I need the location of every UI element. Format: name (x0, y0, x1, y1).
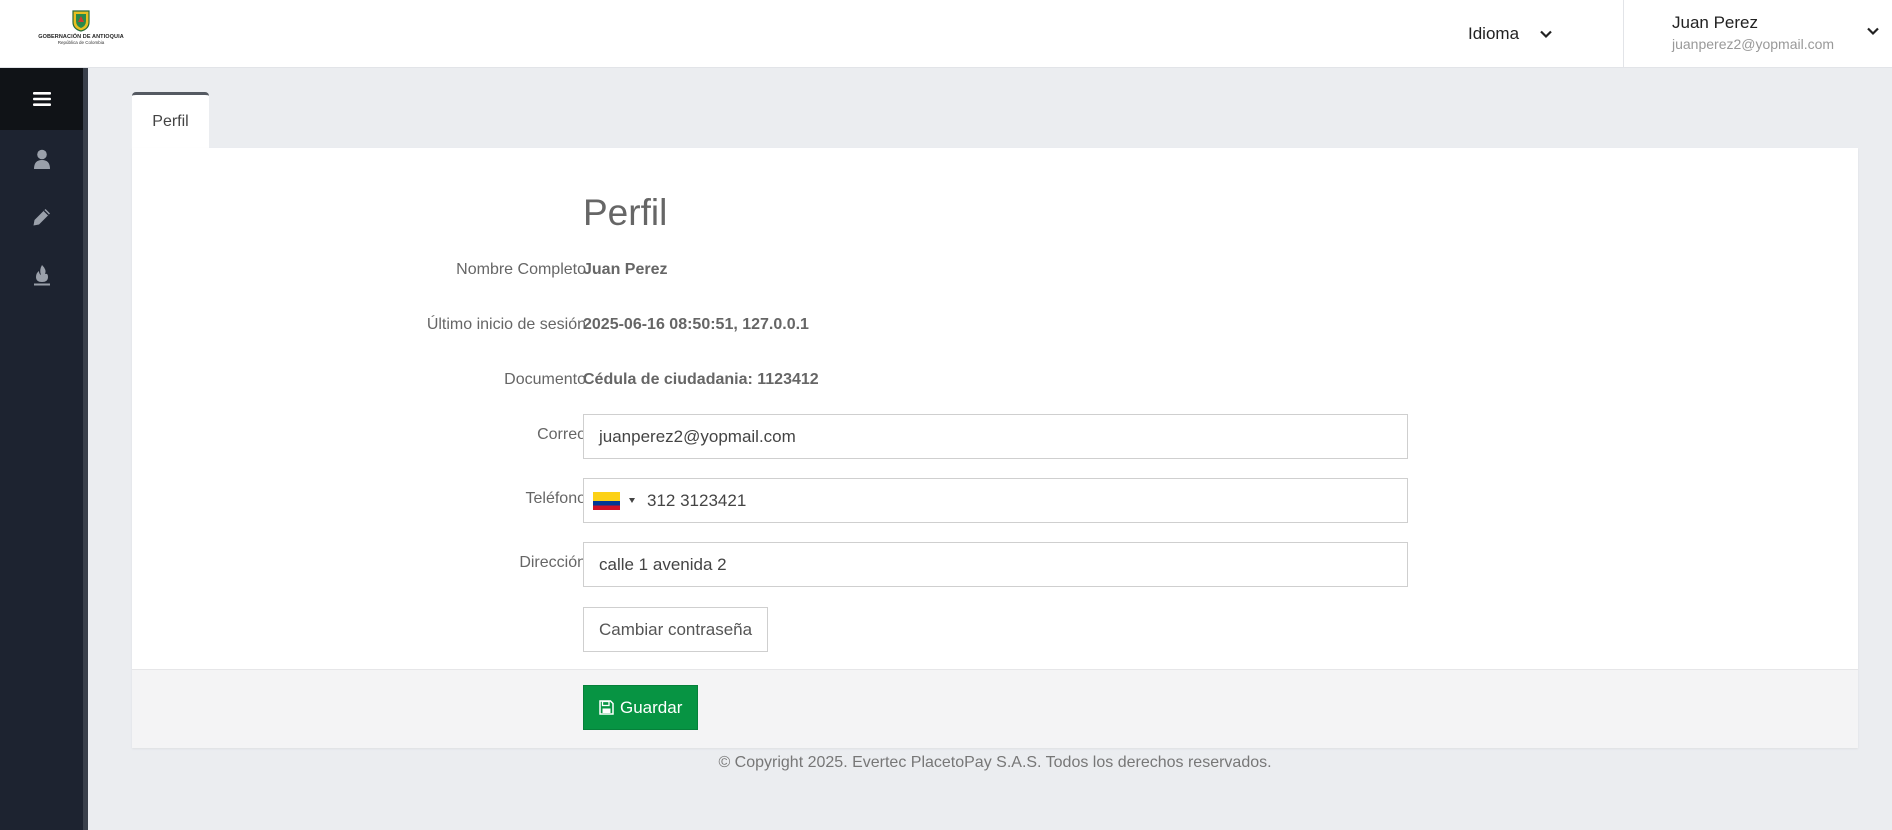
language-label: Idioma (1468, 24, 1520, 43)
full-name-value: Juan Perez (583, 261, 668, 278)
copyright-text: © Copyright 2025. Evertec PlacetoPay S.A… (718, 754, 1272, 771)
sidebar (0, 68, 88, 830)
address-label: Dirección (519, 554, 586, 571)
sidebar-item-edit[interactable] (0, 188, 83, 246)
last-login-label: Último inicio de sesión (426, 316, 586, 333)
document-label: Documento (504, 371, 586, 388)
form-actions: Guardar (132, 669, 1858, 748)
sidebar-toggle-button[interactable] (0, 68, 83, 130)
coat-of-arms-icon (72, 10, 90, 32)
hamburger-menu-icon (32, 92, 51, 106)
sidebar-item-profile[interactable] (0, 130, 83, 188)
save-button-label: Guardar (620, 697, 683, 717)
sidebar-item-activity[interactable] (0, 246, 83, 304)
chevron-down-icon (1540, 30, 1552, 39)
user-menu[interactable]: Juan Perez juanperez2@yopmail.com (1672, 13, 1834, 52)
pencil-icon (33, 209, 50, 226)
email-label: Correo (537, 426, 586, 443)
tab-profile[interactable]: Perfil (132, 92, 209, 148)
header-divider (1623, 0, 1624, 68)
user-name: Juan Perez (1672, 13, 1758, 32)
fire-icon (33, 265, 50, 286)
user-icon (33, 149, 50, 169)
save-button[interactable]: Guardar (583, 685, 699, 730)
document-value: Cédula de ciudadania: 1123412 (583, 371, 819, 388)
gobernacion-logo[interactable]: GOBERNACIÓN DE ANTIOQUIA República de Co… (38, 10, 124, 52)
user-email: juanperez2@yopmail.com (1672, 36, 1835, 52)
change-password-button[interactable]: Cambiar contraseña (583, 607, 769, 652)
page-title: Perfil (583, 192, 668, 233)
colombia-flag-icon (593, 491, 620, 510)
phone-value: 312 3123421 (647, 490, 747, 510)
caret-down-icon (629, 498, 635, 503)
country-code-selector[interactable] (593, 491, 635, 510)
top-header: GOBERNACIÓN DE ANTIOQUIA República de Co… (0, 0, 1892, 68)
last-login-value: 2025-06-16 08:50:51, 127.0.0.1 (583, 316, 809, 333)
address-input[interactable]: calle 1 avenida 2 (583, 542, 1408, 587)
logo-text-line2: República de Colombia (57, 40, 105, 45)
phone-input[interactable]: 312 3123421 (583, 478, 1408, 523)
language-selector[interactable]: Idioma (1468, 0, 1553, 68)
floppy-disk-icon (599, 700, 614, 715)
phone-label: Teléfono (525, 490, 587, 507)
full-name-label: Nombre Completo (456, 261, 586, 278)
email-input[interactable]: juanperez2@yopmail.com (583, 414, 1408, 459)
chevron-down-icon[interactable] (1866, 24, 1880, 38)
profile-panel: Perfil Nombre Completo Juan Perez Último… (132, 148, 1858, 748)
